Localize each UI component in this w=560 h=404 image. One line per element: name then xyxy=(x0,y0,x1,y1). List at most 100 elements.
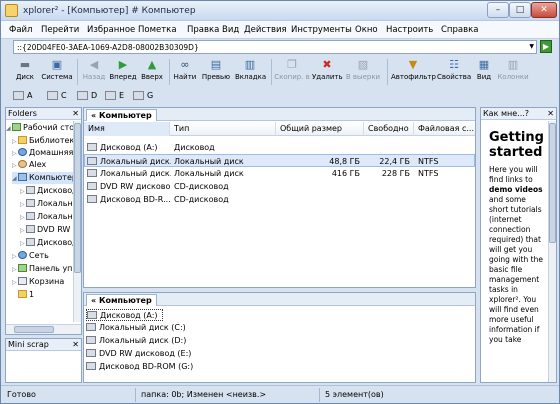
drive-d-button[interactable]: D xyxy=(77,90,105,102)
list-item[interactable]: DVD RW дисковод (E:) xyxy=(86,348,191,360)
menu-view[interactable]: Вид xyxy=(222,25,239,35)
tree-item-control-panel[interactable]: ▷Панель управления xyxy=(12,263,81,275)
preview-icon: ▤ xyxy=(210,58,222,71)
close-icon[interactable]: ✕ xyxy=(72,108,79,119)
drive-bar: A C D E G xyxy=(5,88,555,104)
toolbar-back-button[interactable]: ◀ Назад xyxy=(81,57,107,87)
table-row[interactable]: Дисковод (A:) Дисковод xyxy=(84,141,475,154)
menu-mark[interactable]: Пометка xyxy=(138,25,177,35)
status-ready: Готово xyxy=(7,390,36,399)
close-icon[interactable]: ✕ xyxy=(72,339,79,350)
menu-edit[interactable]: Правка xyxy=(187,25,219,35)
list-item[interactable]: Дисковод (A:) xyxy=(86,309,163,321)
tree-item-drive-g[interactable]: ▷ Дисковод xyxy=(20,237,78,249)
menu-window[interactable]: Окно xyxy=(355,25,378,35)
drive-a-button[interactable]: A xyxy=(13,90,41,102)
arrow-right-icon: ▶ xyxy=(542,42,550,51)
help-pane: Как мне...? ✕ Getting started Here you w… xyxy=(480,107,557,383)
menu-customize[interactable]: Настроить xyxy=(386,25,433,35)
tree-item-desktop[interactable]: ◢ Рабочий стол xyxy=(6,122,79,134)
tree-item-recycle-bin[interactable]: ▷ Корзина xyxy=(12,276,64,288)
tree-item-libraries[interactable]: ▷ Библиотеки xyxy=(12,135,79,147)
menu-actions[interactable]: Действия xyxy=(244,25,287,35)
tree-item-network[interactable]: ▷ Сеть xyxy=(12,250,49,262)
close-button[interactable]: ✕ xyxy=(531,2,557,18)
list-item[interactable]: Локальный диск (D:) xyxy=(86,335,186,347)
drive-icon xyxy=(133,91,144,100)
table-row[interactable]: Локальный диск... Локальный диск 48,8 ГБ… xyxy=(84,154,475,167)
tree-item-drive-e[interactable]: ▷ DVD RW xyxy=(20,224,70,236)
menu-help[interactable]: Справка xyxy=(441,25,478,35)
toolbar-disk-button[interactable]: ▬ Диск xyxy=(11,57,39,87)
toolbar-columns-button[interactable]: ▥ Колонки xyxy=(497,57,529,87)
drive-icon xyxy=(26,212,35,220)
column-name[interactable]: Имя xyxy=(84,122,170,136)
menu-tools[interactable]: Инструменты xyxy=(291,25,352,35)
toolbar-properties-button[interactable]: ☷ Свойства xyxy=(437,57,471,87)
user-icon xyxy=(18,160,27,168)
drive-icon xyxy=(47,91,58,100)
folders-vertical-scrollbar[interactable] xyxy=(73,121,81,322)
tab-computer-bottom[interactable]: « Компьютер xyxy=(86,294,157,306)
column-total-size[interactable]: Общий размер xyxy=(276,122,364,136)
toolbar-copy-to-button[interactable]: ❐ Скопир. в xyxy=(274,57,310,87)
tree-item-homegroup[interactable]: ▷ Домашняя xyxy=(12,147,73,159)
address-bar[interactable]: ::{20D04FE0-3AEA-1069-A2D8-08002B30309D}… xyxy=(13,40,537,54)
table-row[interactable]: Дисковод BD-R... CD-дисковод xyxy=(84,193,475,206)
mini-scrap-header: Mini scrap ✕ xyxy=(6,339,81,351)
drive-e-button[interactable]: E xyxy=(105,90,133,102)
tab-computer-top[interactable]: « Компьютер xyxy=(86,109,157,121)
drive-icon xyxy=(86,336,96,344)
folders-horizontal-scrollbar[interactable] xyxy=(6,324,81,334)
column-filesystem[interactable]: Файловая с... xyxy=(414,122,475,136)
tree-item-alex[interactable]: ▷ Alex xyxy=(12,159,46,171)
dvd-icon xyxy=(86,349,96,357)
menu-file[interactable]: Файл xyxy=(9,25,32,35)
bd-rom-icon xyxy=(87,195,97,203)
help-scrollbar[interactable] xyxy=(548,121,556,382)
maximize-icon: □ xyxy=(515,5,525,15)
tree-item-computer[interactable]: ◢ Компьютер xyxy=(12,172,81,184)
scrollbar-thumb[interactable] xyxy=(14,326,54,333)
menu-go[interactable]: Перейти xyxy=(41,25,79,35)
drive-icon xyxy=(86,323,96,331)
toolbar-autofilter-button[interactable]: ▼ Автофильтр xyxy=(391,57,436,87)
toolbar-tab-button[interactable]: ▥ Вкладка xyxy=(235,57,266,87)
toolbar-up-button[interactable]: ▲ Вверх xyxy=(139,57,165,87)
scrollbar-thumb[interactable] xyxy=(549,123,556,243)
toolbar-find-button[interactable]: ∞ Найти xyxy=(172,57,198,87)
list-item[interactable]: Локальный диск (C:) xyxy=(86,322,186,334)
drive-icon xyxy=(26,186,35,194)
close-icon[interactable]: ✕ xyxy=(547,108,554,119)
menu-favorites[interactable]: Избранное xyxy=(87,25,135,35)
expand-icon[interactable]: ▷ xyxy=(12,160,18,172)
minimize-button[interactable]: – xyxy=(487,2,509,18)
toolbar: ▬ Диск ▣ Система ◀ Назад ▶ Вперед ▲ Ввер… xyxy=(5,57,555,87)
toolbar-forward-button[interactable]: ▶ Вперед xyxy=(109,57,137,87)
toolbar-view-button[interactable]: ▦ Вид xyxy=(473,57,495,87)
column-free[interactable]: Свободно xyxy=(364,122,414,136)
table-row[interactable]: Локальный диск... Локальный диск 416 ГБ … xyxy=(84,167,475,180)
drive-icon xyxy=(87,169,97,177)
toolbar-delete-button[interactable]: ✖ Удалить xyxy=(312,57,343,87)
drive-c-button[interactable]: C xyxy=(47,90,75,102)
tab-icon: ▥ xyxy=(244,58,256,71)
bottom-tab-strip: « Компьютер xyxy=(84,293,475,306)
toolbar-system-button[interactable]: ▣ Система xyxy=(41,57,73,87)
chevron-down-icon[interactable]: ▼ xyxy=(529,43,534,50)
expand-icon[interactable]: ▷ xyxy=(12,251,18,263)
tree-item-drive-a[interactable]: ▷ Дисковод xyxy=(20,185,78,197)
tree-item-folder-1[interactable]: 1 xyxy=(12,289,34,301)
drive-g-button[interactable]: G xyxy=(133,90,161,102)
scrollbar-thumb[interactable] xyxy=(74,123,81,273)
toolbar-scrap-button[interactable]: ▧ В выерки xyxy=(345,57,381,87)
demo-videos-link[interactable]: demo videos xyxy=(489,185,543,194)
maximize-button[interactable]: □ xyxy=(509,2,531,18)
homegroup-icon xyxy=(18,148,27,156)
column-type[interactable]: Тип xyxy=(170,122,276,136)
toolbar-preview-button[interactable]: ▤ Превью xyxy=(201,57,231,87)
list-item[interactable]: Дисковод BD-ROM (G:) xyxy=(86,361,193,373)
top-file-pane: « Компьютер Имя Тип Общий размер Свободн… xyxy=(83,107,476,288)
go-button[interactable]: ▶ xyxy=(540,40,552,53)
table-row[interactable]: DVD RW дисково... CD-дисковод xyxy=(84,180,475,193)
